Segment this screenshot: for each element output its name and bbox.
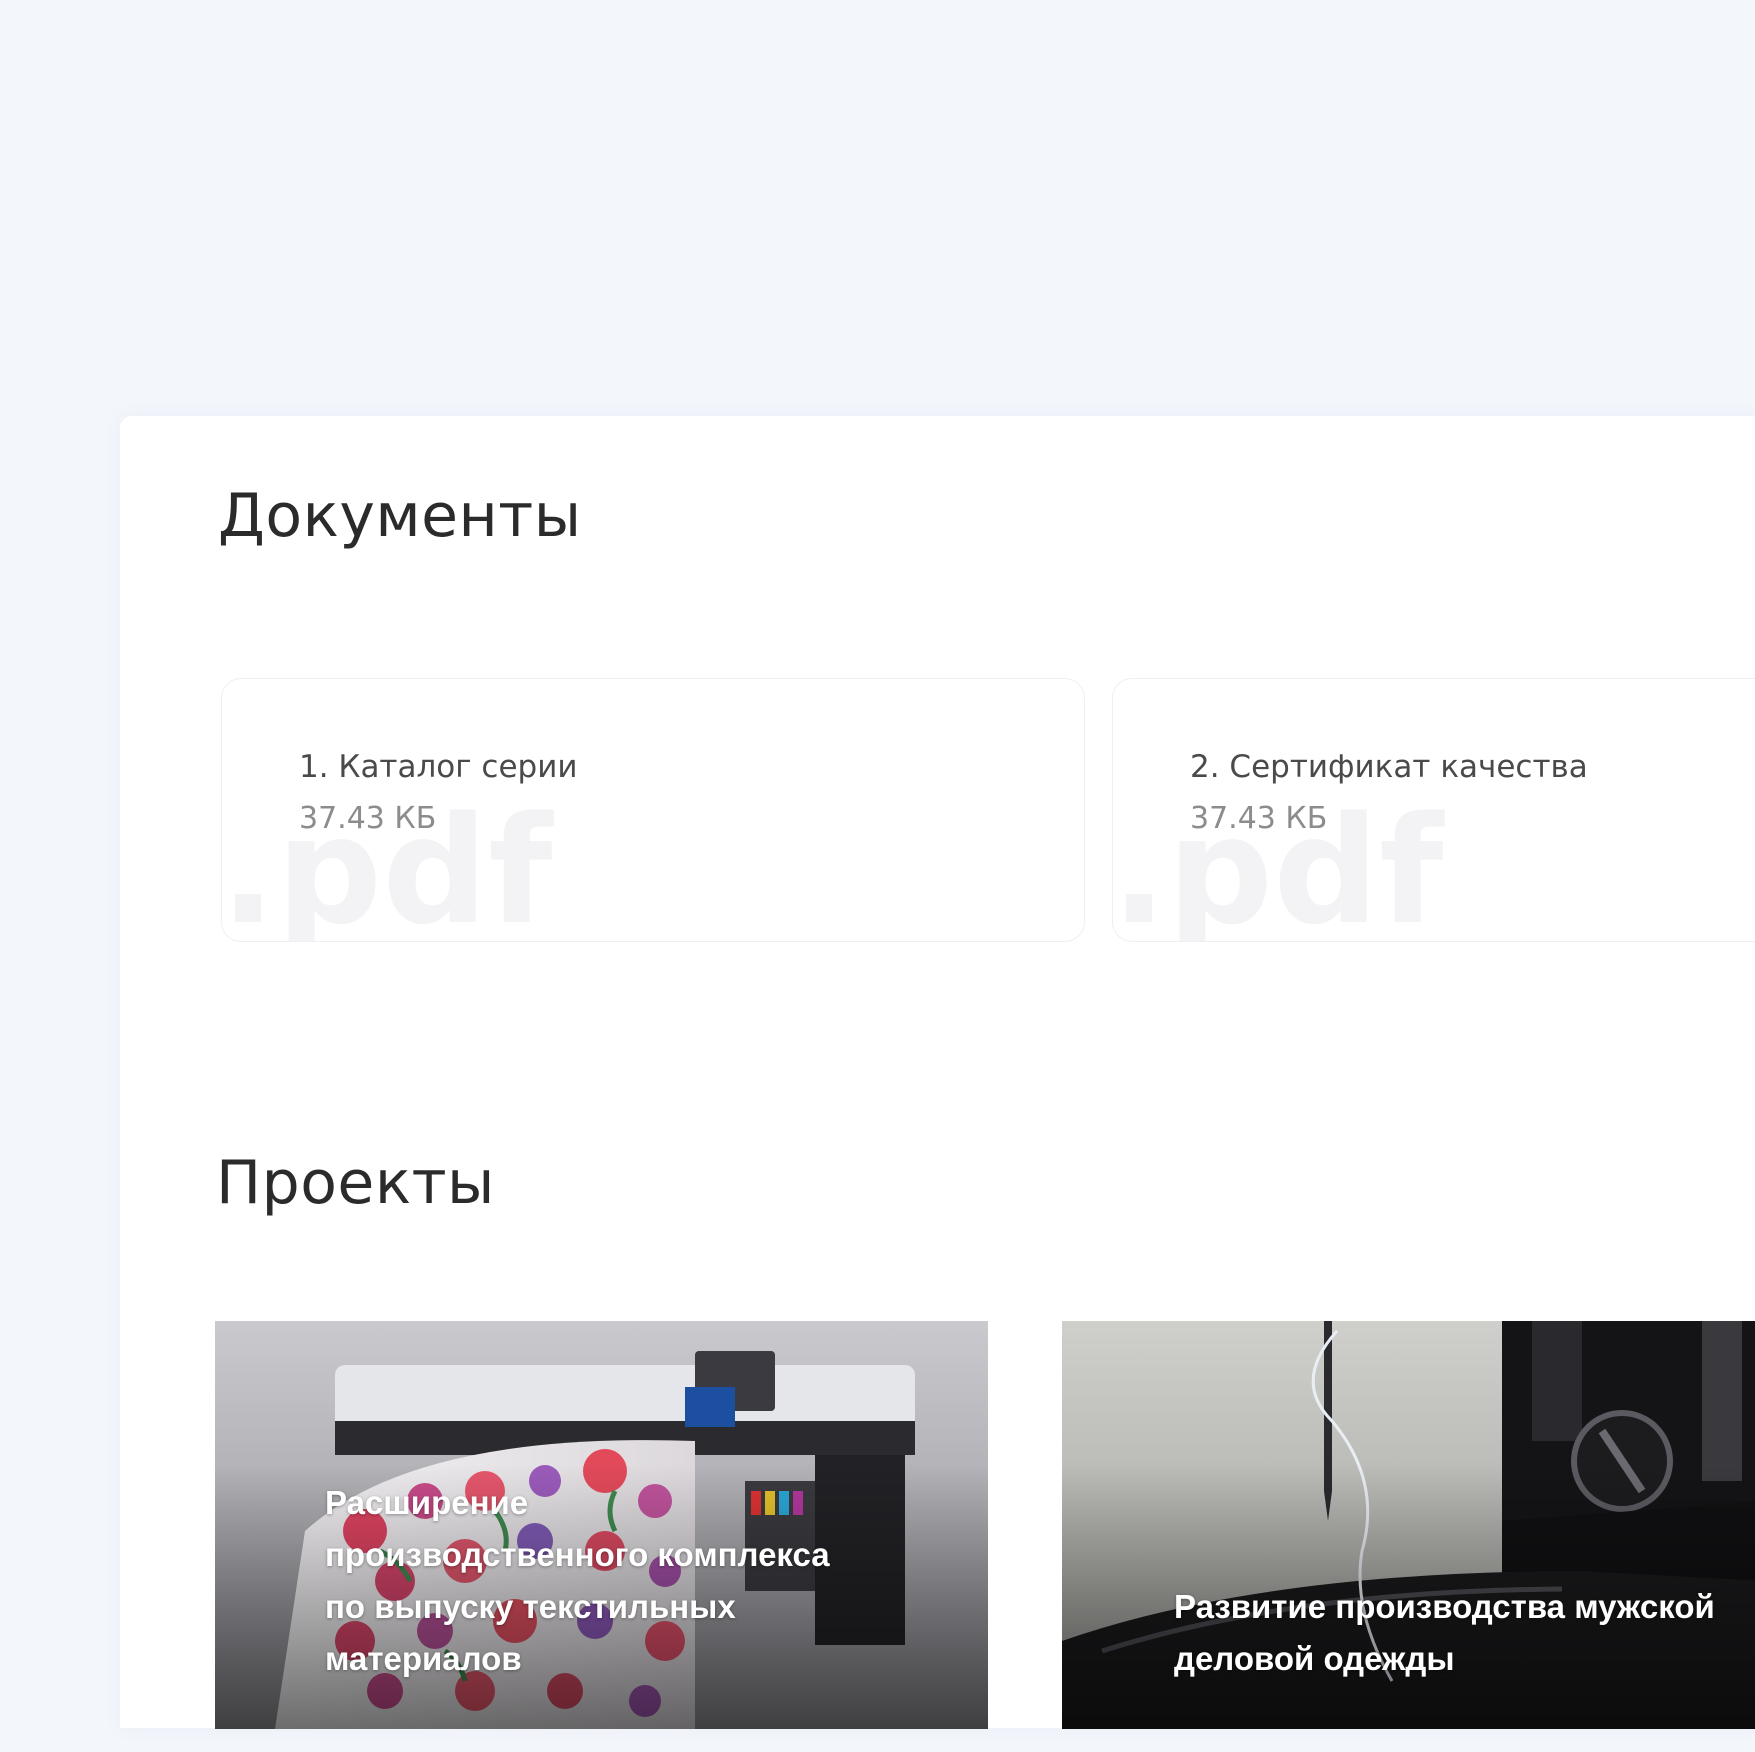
project-card-textile[interactable]: Расширение производственного комплекса п… xyxy=(215,1321,988,1729)
document-size: 37.43 КБ xyxy=(299,801,437,836)
project-title: Развитие производства мужской деловой од… xyxy=(1174,1588,1715,1677)
projects-title: Проекты xyxy=(216,1148,495,1218)
content-panel: Документы .pdf 1. Каталог серии 37.43 КБ… xyxy=(120,416,1755,1729)
page: Документы .pdf 1. Каталог серии 37.43 КБ… xyxy=(0,0,1755,1752)
document-card-certificate[interactable]: .pdf 2. Сертификат качества 37.43 КБ xyxy=(1112,678,1755,942)
project-title: Расширение производственного комплекса п… xyxy=(325,1484,830,1677)
project-card-menswear[interactable]: Развитие производства мужской деловой од… xyxy=(1062,1321,1755,1729)
document-name: 1. Каталог серии xyxy=(299,749,578,785)
documents-title: Документы xyxy=(218,481,582,551)
document-name: 2. Сертификат качества xyxy=(1190,749,1588,785)
document-card-catalog[interactable]: .pdf 1. Каталог серии 37.43 КБ xyxy=(221,678,1085,942)
document-size: 37.43 КБ xyxy=(1190,801,1328,836)
